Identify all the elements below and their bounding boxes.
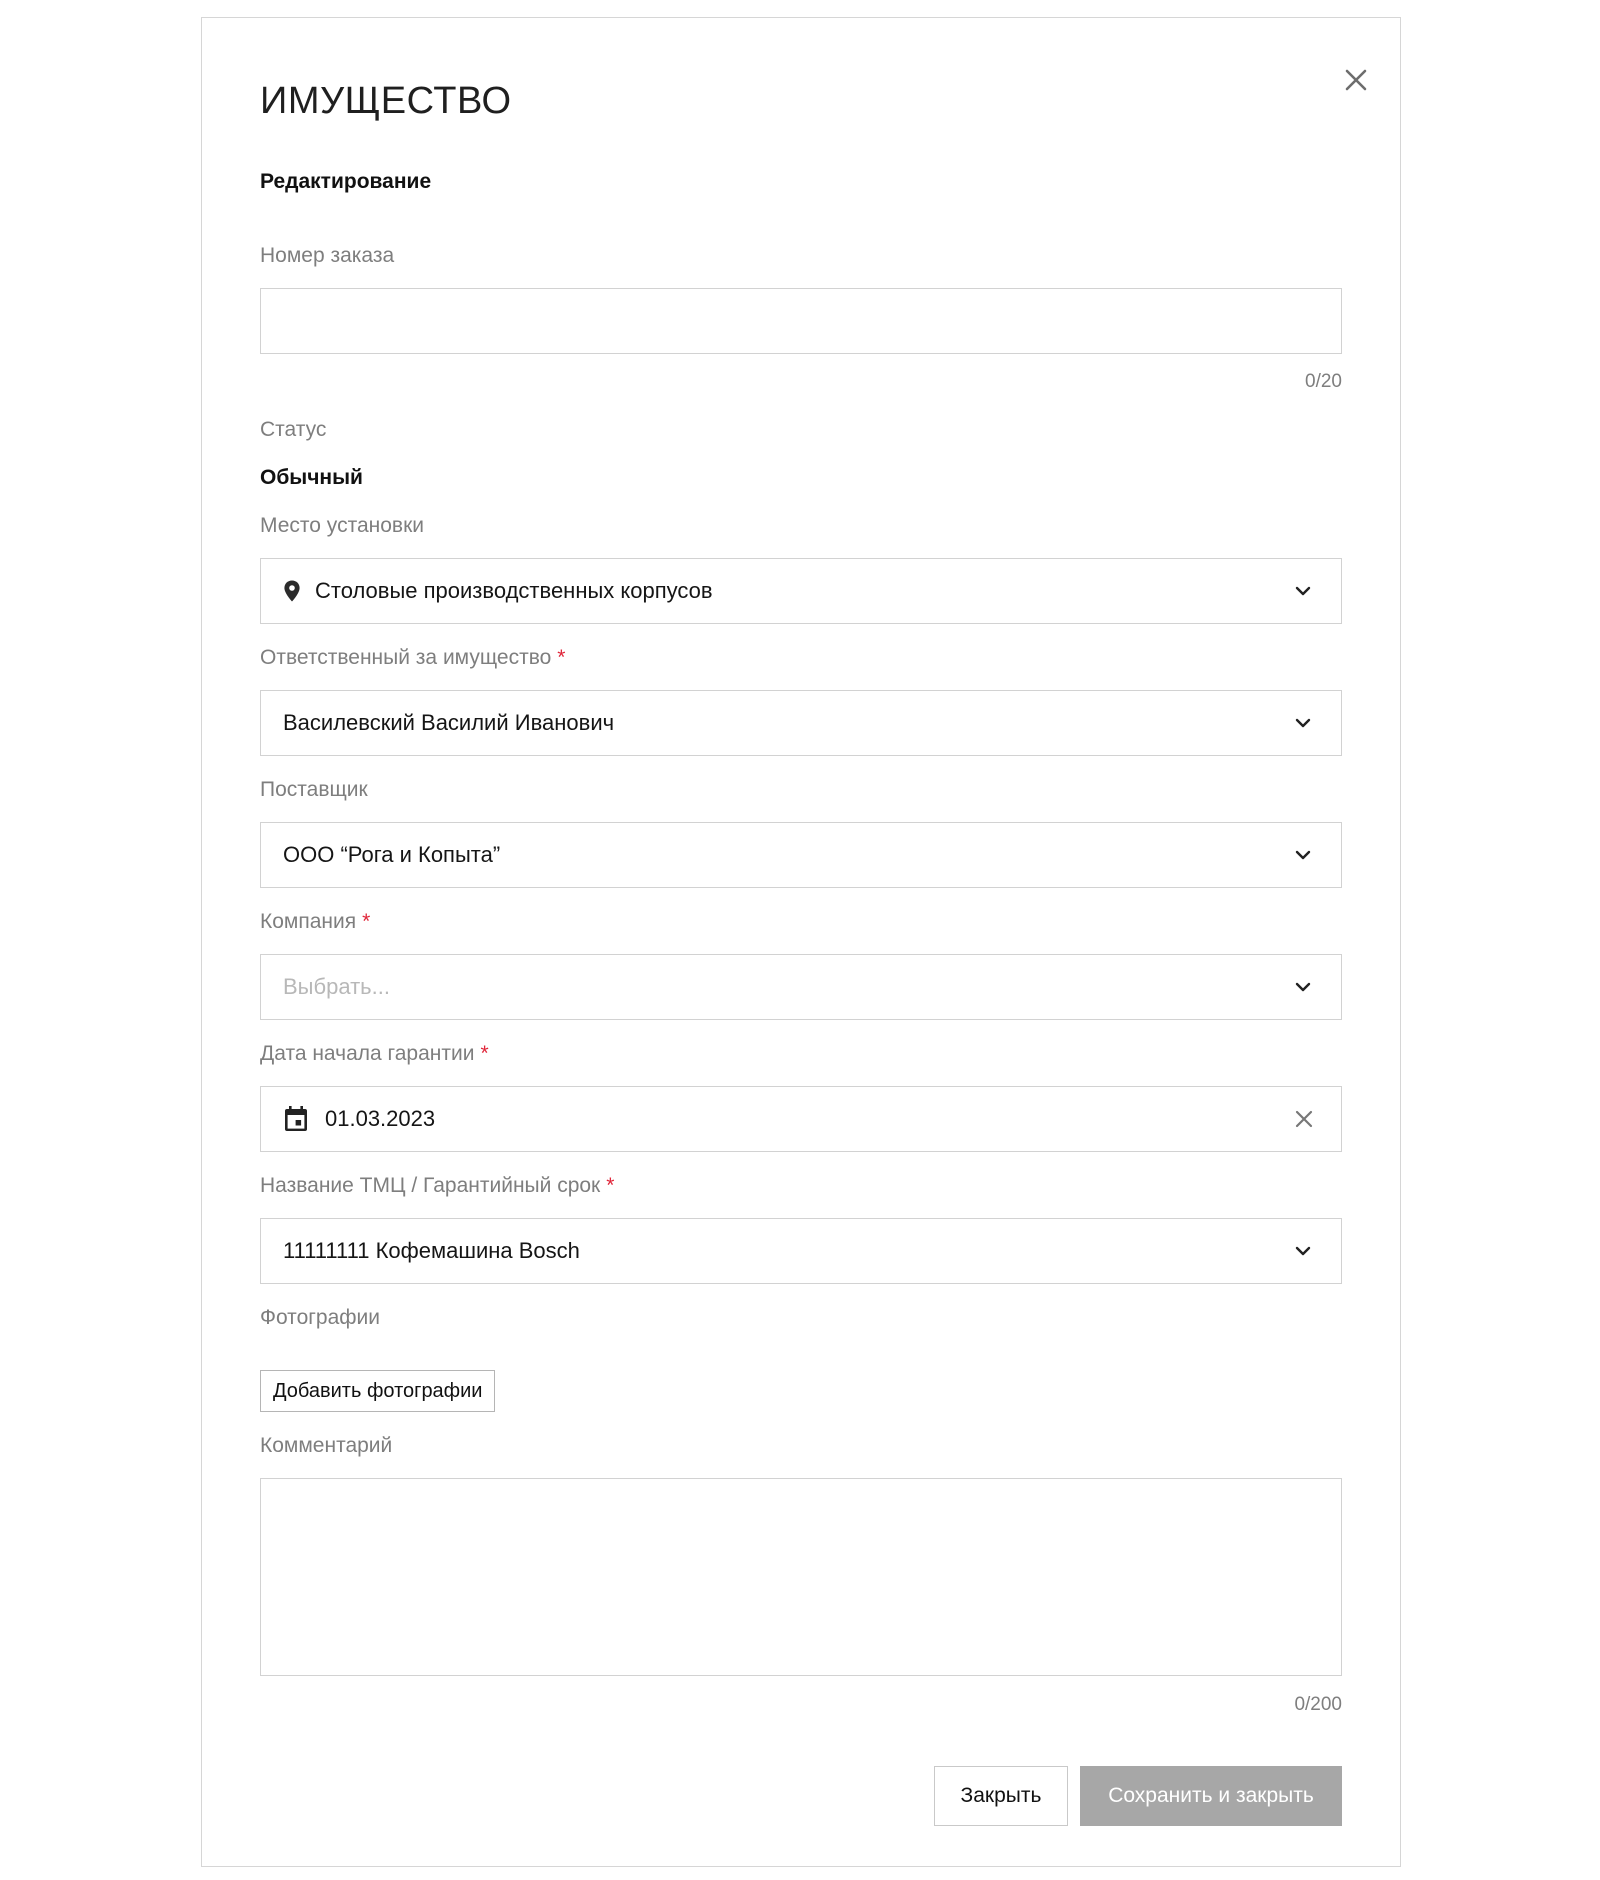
supplier-select[interactable]: ООО “Рога и Копыта” [260, 822, 1342, 888]
comment-textarea[interactable] [260, 1478, 1342, 1676]
warranty-start-date-input[interactable]: 01.03.2023 [260, 1086, 1342, 1152]
company-placeholder: Выбрать... [283, 974, 390, 999]
supplier-value: ООО “Рога и Копыта” [283, 842, 501, 867]
required-mark: * [557, 646, 566, 669]
order-number-input[interactable] [260, 288, 1342, 354]
item-name-label: Название ТМЦ / Гарантийный срок * [260, 1174, 615, 1197]
order-number-counter: 0/20 [1305, 371, 1342, 392]
photos-label: Фотографии [260, 1306, 381, 1329]
property-edit-dialog: ИМУЩЕСТВО Редактирование Номер заказа 0/… [201, 17, 1401, 1867]
location-select[interactable]: Столовые производственных корпусов [260, 558, 1342, 624]
supplier-label: Поставщик [260, 778, 368, 801]
location-pin-icon [281, 579, 303, 603]
calendar-icon[interactable] [283, 1105, 309, 1133]
dialog-title: ИМУЩЕСТВО [260, 80, 512, 122]
warranty-start-value: 01.03.2023 [325, 1106, 436, 1131]
location-label: Место установки [260, 514, 424, 537]
status-label: Статус [260, 418, 327, 441]
add-photos-button[interactable]: Добавить фотографии [260, 1370, 496, 1412]
chevron-down-icon [1293, 581, 1313, 601]
dialog-subtitle: Редактирование [260, 170, 432, 193]
chevron-down-icon [1293, 845, 1313, 865]
chevron-down-icon [1293, 1241, 1313, 1261]
close-button[interactable]: Закрыть [934, 1766, 1068, 1826]
responsible-label: Ответственный за имущество * [260, 646, 566, 669]
comment-label: Комментарий [260, 1434, 393, 1457]
comment-counter: 0/200 [1294, 1694, 1342, 1715]
save-and-close-button[interactable]: Сохранить и закрыть [1080, 1766, 1342, 1826]
location-value: Столовые производственных корпусов [315, 578, 713, 603]
company-label: Компания * [260, 910, 371, 933]
company-select[interactable]: Выбрать... [260, 954, 1342, 1020]
responsible-select[interactable]: Василевский Василий Иванович [260, 690, 1342, 756]
required-mark: * [480, 1042, 489, 1065]
warranty-start-label: Дата начала гарантии * [260, 1042, 489, 1065]
status-value: Обычный [260, 466, 363, 489]
chevron-down-icon [1293, 977, 1313, 997]
responsible-value: Василевский Василий Иванович [283, 710, 615, 735]
close-icon[interactable] [1340, 64, 1372, 96]
clear-icon[interactable] [1293, 1108, 1315, 1130]
required-mark: * [606, 1174, 615, 1197]
item-name-select[interactable]: 11111111 Кофемашина Bosch [260, 1218, 1342, 1284]
chevron-down-icon [1293, 713, 1313, 733]
order-number-label: Номер заказа [260, 244, 395, 267]
required-mark: * [362, 910, 371, 933]
item-name-value: 11111111 Кофемашина Bosch [283, 1238, 580, 1263]
